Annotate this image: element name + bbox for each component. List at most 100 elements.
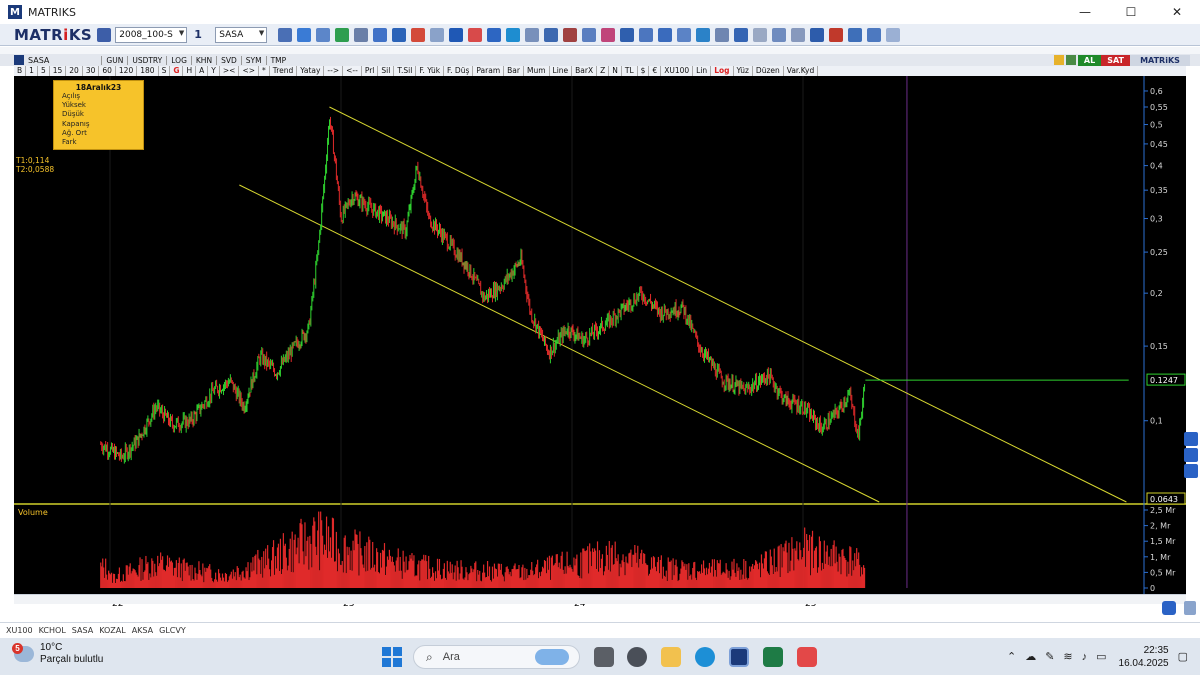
- chart-tool-button[interactable]: 15: [50, 66, 67, 76]
- pen-icon[interactable]: ✎: [1045, 650, 1054, 663]
- bold-b-icon[interactable]: [449, 27, 464, 42]
- chart-tool-button[interactable]: Var.Kyd: [784, 66, 819, 76]
- weather-widget[interactable]: 5 10°C Parçalı bulutlu: [12, 642, 103, 666]
- chart-tool-button[interactable]: Bar: [504, 66, 524, 76]
- list-icon[interactable]: [525, 27, 540, 42]
- chart-app-icon[interactable]: [797, 647, 817, 667]
- volume-icon[interactable]: ♪: [1082, 651, 1088, 663]
- file-explorer-icon[interactable]: [661, 647, 681, 667]
- graph-icon[interactable]: [582, 27, 597, 42]
- symbol-tab[interactable]: AKSA: [132, 626, 153, 635]
- symbol-select[interactable]: SASA ▼: [215, 26, 268, 43]
- folder-icon[interactable]: [677, 27, 692, 42]
- buy-button[interactable]: AL: [1077, 54, 1102, 66]
- analysis-a-icon[interactable]: [468, 27, 483, 42]
- matriks-taskbar-icon[interactable]: [729, 647, 749, 667]
- cloud-sync-icon[interactable]: ☁: [1025, 650, 1036, 663]
- calendar-icon[interactable]: [772, 27, 787, 42]
- chart-tool-button[interactable]: 120: [116, 66, 138, 76]
- chart-tool-button[interactable]: Lin: [693, 66, 712, 76]
- monitor-icon[interactable]: [354, 27, 369, 42]
- chart-tool-button[interactable]: F. Düş: [444, 66, 474, 76]
- minimize-button[interactable]: —: [1062, 0, 1108, 24]
- chart-header-tab[interactable]: LOG: [166, 55, 191, 65]
- chart-scrollbar[interactable]: [14, 594, 1186, 604]
- notification-icon[interactable]: ▢: [1178, 650, 1188, 663]
- chart-tool-button[interactable]: 20: [66, 66, 83, 76]
- chart-tool-button[interactable]: TL: [622, 66, 638, 76]
- chart-tool-button[interactable]: <--: [343, 66, 362, 76]
- chart-tool-button[interactable]: A: [196, 66, 209, 76]
- globe-icon[interactable]: [335, 27, 350, 42]
- maximize-button[interactable]: ☐: [1108, 0, 1154, 24]
- chart-tool-button[interactable]: 5: [38, 66, 50, 76]
- calculator-icon[interactable]: [639, 27, 654, 42]
- chart-tool-button[interactable]: Log: [711, 66, 734, 76]
- symbol-tab[interactable]: XU100: [6, 626, 33, 635]
- chart-tool-button[interactable]: H: [183, 66, 197, 76]
- chart-tool-button[interactable]: B: [14, 66, 27, 76]
- search-icon[interactable]: [278, 27, 293, 42]
- chart-header-tab[interactable]: SVD: [216, 55, 241, 65]
- edge-icon[interactable]: [695, 647, 715, 667]
- c-icon[interactable]: [1065, 55, 1076, 65]
- chart-tool-button[interactable]: 60: [99, 66, 116, 76]
- matriks-button[interactable]: MATRiKS: [1130, 54, 1190, 66]
- sync-icon[interactable]: [1162, 601, 1176, 615]
- unit-u-icon[interactable]: [487, 27, 502, 42]
- bell-icon[interactable]: [810, 27, 825, 42]
- phone-icon[interactable]: [715, 27, 730, 42]
- chart-tool-button[interactable]: Düzen: [753, 66, 784, 76]
- chart-tool-button[interactable]: 1: [26, 66, 38, 76]
- chart-icon[interactable]: [316, 27, 331, 42]
- taskbar-search[interactable]: ⌕ Ara: [413, 645, 580, 669]
- move-icon[interactable]: [1184, 432, 1198, 446]
- chart-svg[interactable]: 0,6 0,55 0,5 0,45 0,4 0,35 0,3 0,25 0,2 0,15 0,1 0.…: [14, 76, 1186, 609]
- chart-tool-button[interactable]: T.Sil: [394, 66, 417, 76]
- chart-tool-button[interactable]: Yatay: [297, 66, 325, 76]
- chart-header-tab[interactable]: USDTRY: [127, 55, 166, 65]
- chart-tool-button[interactable]: Prl: [362, 66, 379, 76]
- twitter-icon[interactable]: [696, 27, 711, 42]
- mail-icon[interactable]: [563, 27, 578, 42]
- chart-tool-button[interactable]: $: [638, 66, 650, 76]
- save-icon[interactable]: [97, 27, 112, 42]
- chart-tool-button[interactable]: Trend: [270, 66, 298, 76]
- chart-tool-button[interactable]: S: [159, 66, 171, 76]
- clock-icon[interactable]: [373, 27, 388, 42]
- table-icon[interactable]: [430, 27, 445, 42]
- layers-icon[interactable]: [1184, 448, 1198, 462]
- sell-button[interactable]: SAT: [1101, 54, 1130, 66]
- chart-tool-button[interactable]: Y: [208, 66, 220, 76]
- layout-select[interactable]: 2008_100-S ▼: [115, 26, 188, 43]
- chart-header-tab[interactable]: KHN: [190, 55, 216, 65]
- chart-tool-button[interactable]: €: [649, 66, 662, 76]
- chart-tool-button[interactable]: Param: [473, 66, 505, 76]
- chart-tool-button[interactable]: <>: [239, 66, 260, 76]
- grid-icon[interactable]: [791, 27, 806, 42]
- symbol-tab[interactable]: KCHOL: [39, 626, 66, 635]
- chart-tool-button[interactable]: XU100: [661, 66, 694, 76]
- function-icon[interactable]: [601, 27, 616, 42]
- chart-tool-button[interactable]: Sil: [378, 66, 395, 76]
- info-icon[interactable]: [734, 27, 749, 42]
- close-button[interactable]: ✕: [1154, 0, 1200, 24]
- gear-icon[interactable]: [544, 27, 559, 42]
- document-icon[interactable]: [658, 27, 673, 42]
- chart-header-tab[interactable]: GUN: [101, 55, 127, 65]
- cursor-icon[interactable]: [297, 27, 312, 42]
- windows-start-icon[interactable]: [382, 647, 402, 667]
- flag-icon[interactable]: [829, 27, 844, 42]
- chart-tool-button[interactable]: Z: [597, 66, 610, 76]
- price-chart[interactable]: 0,6 0,55 0,5 0,45 0,4 0,35 0,3 0,25 0,2 0,15 0,1 0.…: [14, 76, 1186, 609]
- chart-tool-button[interactable]: *: [259, 66, 270, 76]
- chart-header-tab[interactable]: TMP: [265, 55, 291, 65]
- symbol-tab[interactable]: GLCVY: [159, 626, 186, 635]
- wifi-icon[interactable]: ≋: [1063, 650, 1072, 663]
- chart-tool-button[interactable]: N: [609, 66, 622, 76]
- battery-icon[interactable]: ▭: [1096, 650, 1106, 663]
- excel-icon[interactable]: [763, 647, 783, 667]
- chart-header-tab[interactable]: SYM: [240, 55, 266, 65]
- chevron-up-icon[interactable]: ⌃: [1007, 650, 1016, 663]
- chart-tool-button[interactable]: Mum: [524, 66, 550, 76]
